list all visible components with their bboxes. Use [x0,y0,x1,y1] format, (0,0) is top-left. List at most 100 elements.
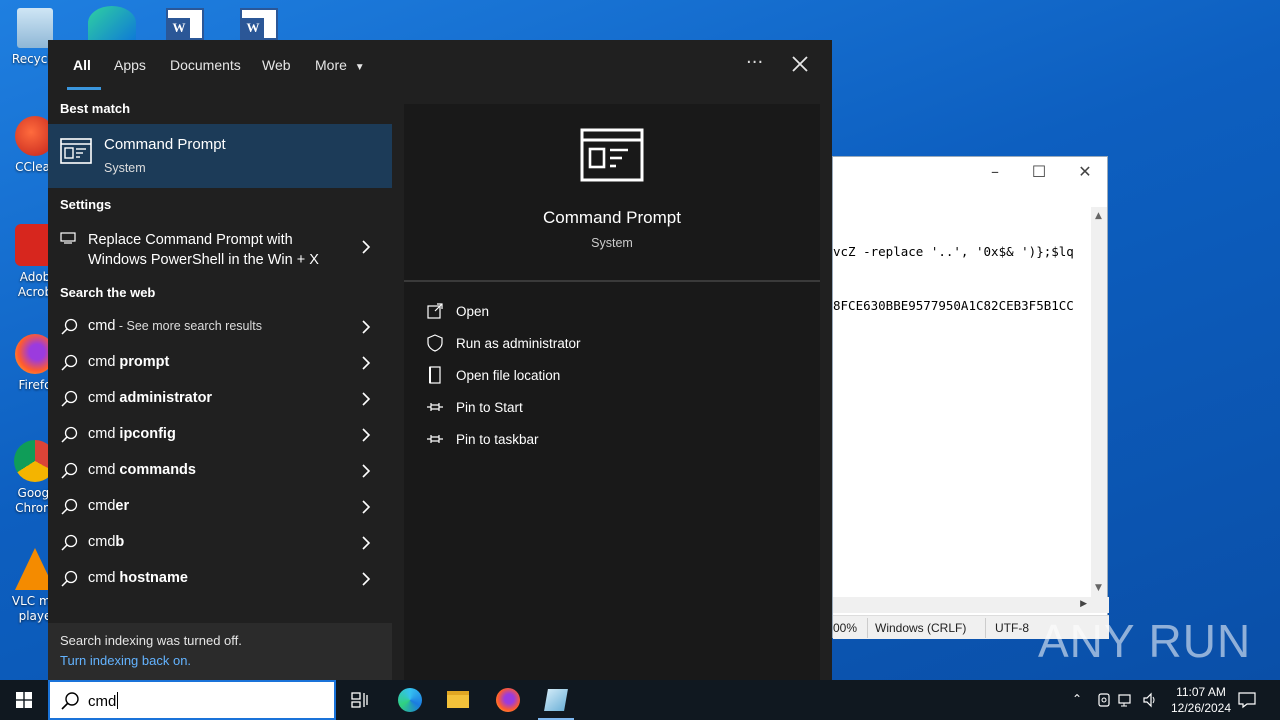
watermark-text: ANY RUN [1038,615,1252,667]
taskbar-search-box[interactable]: cmd [48,680,336,720]
divider [404,280,820,282]
clock-time: 11:07 AM [1176,685,1226,699]
chevron-up-icon[interactable]: ⌃ [1072,692,1088,708]
web-result-row[interactable]: cmd ipconfig [48,417,392,453]
query-suggestion: administrator [119,390,213,406]
minimize-icon[interactable]: – [983,162,1007,182]
notepad-text-area[interactable]: vcZ -replace '..', '0x$& ')};$lq 8FCE630… [833,207,1091,351]
taskbar-firefox[interactable] [484,680,532,720]
tab-web[interactable]: Web [262,57,291,73]
chevron-right-icon [362,392,371,406]
pin-icon [427,435,443,443]
scroll-up-icon[interactable]: ▲ [1095,211,1102,221]
query-suggestion: hostname [119,570,188,586]
zoom-level: 00% [833,621,858,635]
action-pin-to-start[interactable]: Pin to Start [426,396,726,420]
search-icon [61,426,78,443]
chevron-right-icon [362,572,371,586]
clock-date: 12/26/2024 [1170,701,1232,715]
web-result-text: cmdb [88,534,124,550]
network-icon[interactable] [1118,692,1134,708]
command-prompt-icon [60,138,92,164]
web-result-row[interactable]: cmd commands [48,453,392,489]
action-run-as-administrator[interactable]: Run as administrator [426,332,726,356]
close-icon[interactable]: ✕ [1073,162,1097,182]
search-tabs: All Apps Documents Web More ▼ ··· [48,40,832,92]
more-options-icon[interactable]: ··· [746,52,763,73]
device-icon[interactable] [1096,692,1112,708]
taskbar-edge[interactable] [386,680,434,720]
edge-shortcut-icon[interactable] [88,6,136,40]
chevron-right-icon [362,428,371,442]
web-result-row[interactable]: cmd hostname [48,561,392,597]
best-match-item[interactable]: Command Prompt System [48,124,392,188]
notepad-window[interactable]: – ☐ ✕ vcZ -replace '..', '0x$& ')};$lq 8… [832,156,1109,639]
clock[interactable]: 11:07 AM 12/26/2024 [1164,684,1238,716]
query-prefix: cmd [88,462,120,478]
tab-apps[interactable]: Apps [114,57,146,73]
action-open[interactable]: Open [426,300,726,324]
query-prefix: cmd [88,534,116,550]
notepad-line: 8FCE630BBE9577950A1C82CEB3F5B1CC [833,298,1074,313]
chevron-down-icon: ▼ [354,62,365,73]
search-icon [61,570,78,587]
settings-result-item[interactable]: Replace Command Prompt with Windows Powe… [48,224,392,274]
web-result-row[interactable]: cmder [48,489,392,525]
turn-indexing-on-link[interactable]: Turn indexing back on. [60,653,191,668]
query-prefix: cmd [88,498,116,514]
system-tray: ⌃ 11:07 AM 12/26/2024 [1066,680,1280,720]
web-result-text: cmd prompt [88,354,169,370]
search-icon [61,534,78,551]
start-search-panel: All Apps Documents Web More ▼ ··· Best m… [48,40,832,680]
search-icon [61,354,78,371]
notification-icon[interactable] [1238,691,1256,709]
chevron-right-icon [362,500,371,514]
preview-subtitle: System [591,236,633,250]
indexing-notice-text: Search indexing was turned off. [60,633,242,648]
search-icon [61,498,78,515]
tab-all[interactable]: All [73,57,91,73]
open-icon [427,303,443,319]
vertical-scrollbar[interactable]: ▲ ▼ [1091,207,1107,597]
taskbar-file-explorer[interactable] [434,680,482,720]
preview-title: Command Prompt [543,208,681,227]
query-prefix: cmd [88,354,120,370]
taskbar-notepad[interactable] [532,680,580,720]
action-pin-to-taskbar[interactable]: Pin to taskbar [426,428,726,452]
query-prefix: cmd [88,318,116,334]
notepad-titlebar[interactable]: – ☐ ✕ [833,157,1107,187]
query-note: - See more search results [115,319,262,333]
task-view-button[interactable] [336,680,384,720]
tab-documents[interactable]: Documents [170,57,241,73]
task-view-icon [351,692,368,708]
web-result-row[interactable]: cmdb [48,525,392,561]
taskbar: cmd ⌃ 11:07 AM 12/26/2024 [0,680,1280,720]
search-input-value[interactable]: cmd [88,692,119,710]
search-web-heading: Search the web [60,285,156,300]
firefox-icon [496,688,520,712]
start-button[interactable] [0,680,48,720]
settings-item-line: Windows PowerShell in the Win + X [88,252,319,268]
action-label: Open [456,304,490,319]
scroll-down-icon[interactable]: ▼ [1095,583,1102,593]
maximize-icon[interactable]: ☐ [1027,162,1051,182]
close-icon[interactable] [788,52,812,76]
query-suggestion: er [115,498,130,514]
word-doc-icon[interactable]: W [166,8,204,40]
query-prefix: cmd [88,426,120,442]
search-icon [61,318,78,335]
tab-more[interactable]: More ▼ [315,57,365,73]
web-result-text: cmd ipconfig [88,426,176,442]
web-result-row[interactable]: cmd - See more search results [48,309,392,345]
volume-icon[interactable] [1142,692,1158,708]
shield-icon [427,334,443,352]
search-results-list: Best match Command Prompt System Setting… [48,92,392,680]
query-suggestion: ipconfig [119,426,176,442]
edge-icon [398,688,422,712]
web-result-row[interactable]: cmd administrator [48,381,392,417]
search-icon [61,390,78,407]
word-doc-icon[interactable]: W [240,8,278,40]
web-result-row[interactable]: cmd prompt [48,345,392,381]
action-open-file-location[interactable]: Open file location [426,364,726,388]
settings-item-line: Replace Command Prompt with [88,232,293,248]
